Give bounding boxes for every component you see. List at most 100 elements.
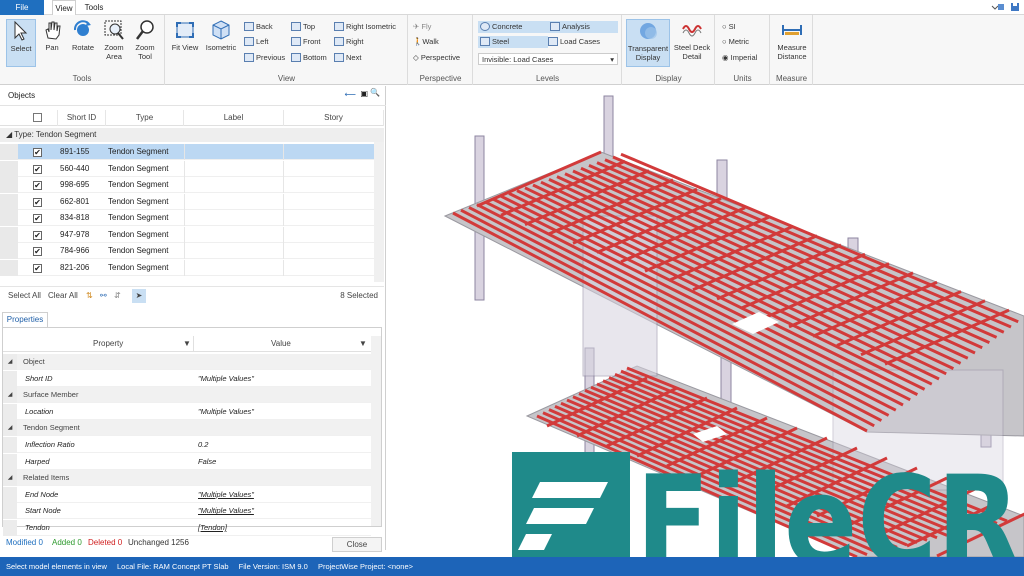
tab-tools[interactable]: Tools — [82, 0, 106, 15]
view-left-button[interactable]: Left — [244, 36, 269, 48]
transparent-display-button[interactable]: Transparent Display — [626, 19, 670, 67]
row-checkbox[interactable]: ✔ — [33, 148, 42, 157]
measure-distance-button[interactable]: Measure Distance — [775, 19, 809, 67]
tab-file[interactable]: File — [0, 0, 44, 15]
table-row[interactable]: ✔ 947-978 Tendon Segment — [0, 226, 384, 243]
property-row[interactable]: Short ID "Multiple Values" — [3, 370, 371, 387]
link-icon[interactable]: ⚯ — [100, 287, 107, 305]
row-checkbox[interactable]: ✔ — [33, 263, 42, 273]
table-row[interactable]: ✔ 560-440 Tendon Segment — [0, 160, 384, 177]
property-row[interactable]: Tendon [Tendon] — [3, 520, 371, 536]
select-button[interactable]: Select — [6, 19, 36, 67]
print-icon[interactable]: ▣ — [360, 89, 368, 98]
zoom-area-button[interactable]: Zoom Area — [99, 19, 129, 67]
pan-button[interactable]: Pan — [37, 19, 67, 67]
property-value[interactable]: "Multiple Values" — [198, 404, 254, 420]
filter-dropdown-icon[interactable]: ▼ — [183, 336, 191, 352]
tab-view[interactable]: View — [52, 0, 76, 16]
table-row[interactable]: ✔ 891-155 Tendon Segment — [0, 144, 384, 160]
units-imperial-radio[interactable]: ◉ Imperial — [722, 52, 757, 64]
view-right-button[interactable]: Right — [334, 36, 364, 48]
table-row[interactable]: ✔ 662-801 Tendon Segment — [0, 193, 384, 210]
units-si-radio[interactable]: ○ SI — [722, 21, 736, 33]
view-top-button[interactable]: Top — [291, 21, 315, 33]
property-category[interactable]: ◢ Tendon Segment — [3, 420, 371, 437]
cube-icon[interactable] — [996, 2, 1006, 12]
collapse-icon[interactable]: ◢ — [3, 387, 17, 404]
property-value[interactable]: "Multiple Values" — [198, 487, 254, 503]
walk-button[interactable]: 🚶Walk — [413, 36, 439, 48]
property-category[interactable]: ◢ Related Items — [3, 470, 371, 487]
select-all-button[interactable]: Select All — [8, 287, 41, 305]
rotate-button[interactable]: Rotate — [68, 19, 98, 67]
units-metric-radio[interactable]: ○ Metric — [722, 36, 749, 48]
property-value[interactable]: [Tendon] — [198, 520, 227, 536]
view-back-button[interactable]: Back — [244, 21, 273, 33]
view-previous-button[interactable]: Previous — [244, 52, 285, 64]
property-value[interactable]: False — [198, 454, 216, 470]
filter-dropdown-icon[interactable]: ▼ — [359, 336, 367, 352]
analysis-toggle[interactable]: Analysis — [548, 21, 618, 33]
objects-scrollbar[interactable] — [374, 142, 384, 282]
pan-label: Pan — [45, 43, 59, 52]
property-row[interactable]: Start Node "Multiple Values" — [3, 503, 371, 520]
row-gutter — [3, 486, 17, 503]
property-value[interactable]: "Multiple Values" — [198, 503, 254, 519]
table-row[interactable]: ✔ 998-695 Tendon Segment — [0, 177, 384, 193]
property-category[interactable]: ◢ Surface Member — [3, 387, 371, 404]
search-icon[interactable]: 🔍 — [370, 88, 380, 97]
row-label — [184, 193, 284, 210]
fly-button[interactable]: ✈ Fly — [413, 21, 431, 33]
isometric-button[interactable]: Isometric — [204, 19, 238, 67]
group-row-tendon-segment[interactable]: ◢ Type: Tendon Segment — [0, 128, 384, 142]
row-checkbox[interactable]: ✔ — [33, 247, 42, 256]
column-property[interactable]: Property — [93, 336, 123, 352]
table-row[interactable]: ✔ 821-206 Tendon Segment — [0, 259, 384, 276]
fit-view-button[interactable]: Fit View — [170, 19, 200, 67]
column-value[interactable]: Value — [271, 336, 291, 352]
row-checkbox[interactable]: ✔ — [33, 214, 42, 223]
collapse-icon[interactable]: ◢ — [3, 470, 17, 487]
save-icon[interactable] — [1010, 2, 1020, 12]
property-value[interactable]: "Multiple Values" — [198, 371, 254, 387]
sort-icon[interactable]: ⇵ — [114, 287, 121, 305]
row-checkbox[interactable]: ✔ — [33, 230, 42, 240]
row-checkbox[interactable]: ✔ — [33, 197, 42, 207]
table-row[interactable]: ✔ 834-818 Tendon Segment — [0, 210, 384, 226]
close-button[interactable]: Close — [332, 537, 382, 552]
pointer-icon[interactable]: ➤ — [132, 289, 146, 303]
clear-all-button[interactable]: Clear All — [48, 287, 78, 305]
table-row[interactable]: ✔ 784-966 Tendon Segment — [0, 243, 384, 259]
row-checkbox[interactable]: ✔ — [33, 181, 42, 190]
view-bottom-button[interactable]: Bottom — [291, 52, 327, 64]
property-row[interactable]: Harped False — [3, 453, 371, 470]
steel-deck-detail-button[interactable]: Steel Deck Detail — [672, 19, 712, 67]
filter-icon[interactable]: ⇅ — [86, 287, 93, 305]
property-row[interactable]: Location "Multiple Values" — [3, 403, 371, 420]
column-label[interactable]: Label — [184, 110, 284, 126]
view-next-button[interactable]: Next — [334, 52, 361, 64]
collapse-icon[interactable]: ◢ — [3, 354, 17, 370]
property-category[interactable]: ◢ Object — [3, 354, 371, 370]
property-category-label: Related Items — [23, 473, 70, 483]
property-row[interactable]: End Node "Multiple Values" — [3, 486, 371, 503]
back-arrow-icon[interactable]: ⟵ — [345, 90, 356, 99]
perspective-button[interactable]: ◇ Perspective — [413, 52, 460, 64]
column-type[interactable]: Type — [106, 110, 184, 126]
invisible-dropdown[interactable]: Invisible: Load Cases ▾ — [478, 53, 618, 65]
steel-toggle[interactable]: Steel — [478, 36, 548, 48]
concrete-toggle[interactable]: Concrete — [478, 21, 548, 33]
column-short-id[interactable]: Short ID — [58, 110, 106, 126]
view-right-isometric-button[interactable]: Right Isometric — [334, 21, 396, 33]
collapse-icon[interactable]: ◢ — [3, 420, 17, 437]
property-row[interactable]: Inflection Ratio 0.2 — [3, 437, 371, 453]
view-front-button[interactable]: Front — [291, 36, 321, 48]
zoom-tool-button[interactable]: Zoom Tool — [130, 19, 160, 67]
properties-scrollbar[interactable] — [371, 336, 381, 526]
column-story[interactable]: Story — [284, 110, 384, 126]
header-checkbox[interactable] — [18, 110, 58, 126]
property-value[interactable]: 0.2 — [198, 437, 208, 453]
row-checkbox[interactable]: ✔ — [33, 164, 42, 174]
load-cases-toggle[interactable]: Load Cases — [548, 36, 600, 48]
tab-properties[interactable]: Properties — [2, 312, 48, 327]
